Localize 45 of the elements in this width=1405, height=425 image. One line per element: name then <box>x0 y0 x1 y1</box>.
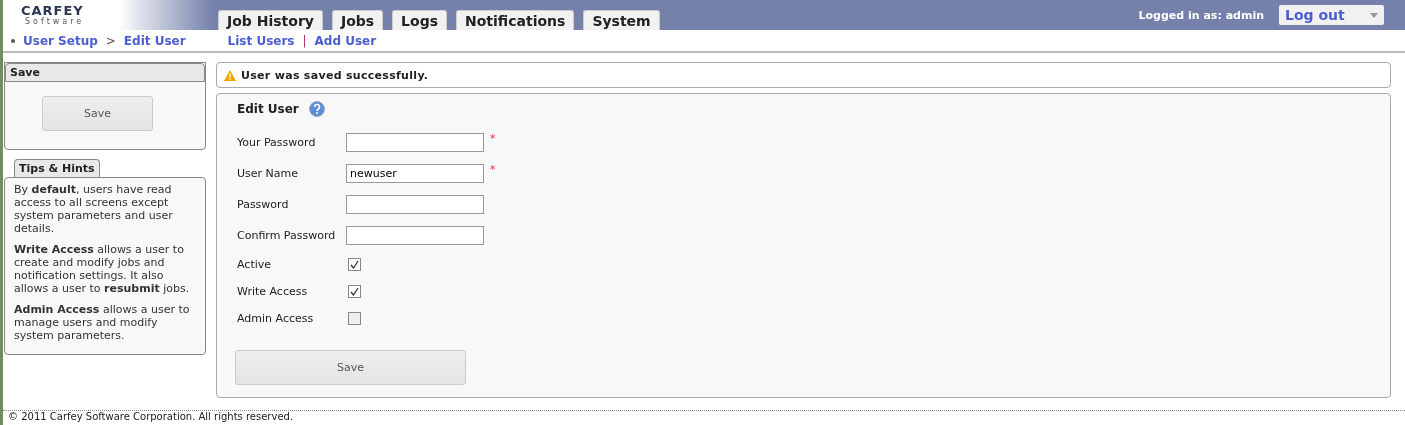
form-title: Edit User <box>237 102 299 116</box>
field-label: Active <box>237 258 273 271</box>
logged-in-label: Logged in as: admin <box>1138 8 1264 22</box>
nav-tab[interactable]: Logs <box>392 10 447 30</box>
tip-text: Write Access allows a user to create and modify jobs and notification settings. It also allows a user to resubmit jobs. <box>14 243 191 295</box>
field-label: Confirm Password <box>237 229 337 242</box>
copyright-text: © 2011 Carfey Software Corporation. All rights reserved. <box>3 410 1405 425</box>
breadcrumb-link[interactable]: User Setup <box>23 33 98 48</box>
input-field[interactable]: newuser <box>346 164 484 183</box>
input-field[interactable] <box>346 226 484 245</box>
link-separator: | <box>302 33 307 48</box>
nav-tab[interactable]: Notifications <box>456 10 575 30</box>
tip-text: By default, users have read access to all screens except system parameters and user details. <box>14 183 174 235</box>
checkbox[interactable] <box>348 285 361 298</box>
message-text: User was saved successfully. <box>241 68 429 82</box>
nav-tab[interactable]: Jobs <box>331 10 384 30</box>
caret-icon <box>1370 12 1378 18</box>
tip-text: Admin Access allows a user to manage users and modify system parameters. <box>14 303 191 342</box>
field-label: Password <box>237 198 290 211</box>
save-button[interactable]: Save <box>235 350 466 385</box>
logo-tagline: Software <box>25 17 86 27</box>
subnav-link[interactable]: Add User <box>314 33 377 48</box>
required-mark: * <box>490 132 496 145</box>
user-menu-dropdown[interactable]: Log out <box>1279 5 1384 25</box>
field-label: Your Password <box>237 136 317 149</box>
save-button[interactable]: Save <box>42 96 153 131</box>
checkbox[interactable] <box>348 258 361 271</box>
input-field[interactable] <box>346 195 484 214</box>
warning-icon <box>224 69 236 81</box>
field-label: Admin Access <box>237 312 315 325</box>
required-mark: * <box>490 163 496 176</box>
nav-tab[interactable]: System <box>583 10 660 30</box>
breadcrumb-separator: > <box>105 33 116 48</box>
panel-title: Save <box>5 63 205 82</box>
logo-name: CARFEY <box>21 4 85 17</box>
field-label: User Name <box>237 167 300 180</box>
tips-title: Tips & Hints <box>14 159 100 177</box>
checkbox[interactable] <box>348 312 361 325</box>
bullet-icon <box>11 38 15 43</box>
input-field[interactable] <box>346 133 484 152</box>
breadcrumb-link[interactable]: Edit User <box>123 33 186 48</box>
help-icon[interactable] <box>308 101 325 117</box>
nav-tab[interactable]: Job History <box>218 10 323 30</box>
subnav-link[interactable]: List Users <box>227 33 295 48</box>
field-label: Write Access <box>237 285 309 298</box>
